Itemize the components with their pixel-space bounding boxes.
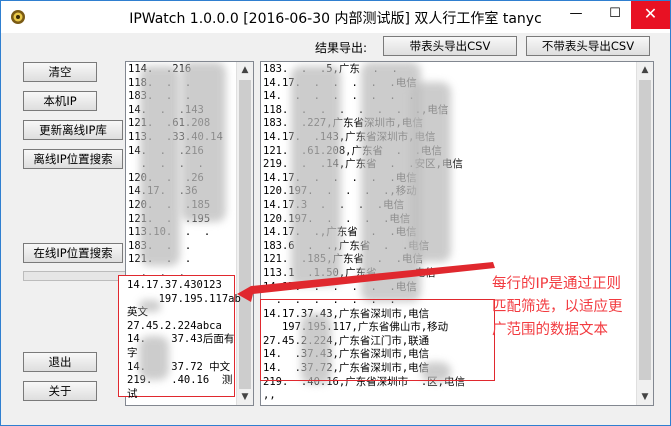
highlighted-input-line: 试 <box>127 387 138 400</box>
about-button[interactable]: 关于 <box>23 381 97 401</box>
result-line: ,, <box>263 389 276 402</box>
local-ip-button-label: 本机IP <box>43 94 77 108</box>
input-scroll-thumb[interactable] <box>239 80 251 400</box>
annotation-line-3: 广范围的数据文本 <box>492 322 608 338</box>
scroll-down-arrow-icon[interactable]: ▼ <box>637 389 653 405</box>
privacy-blur <box>411 82 451 262</box>
annotation-line-1: 每行的IP是通过正则 <box>492 276 622 292</box>
maximize-button[interactable]: ☐ <box>598 1 632 29</box>
highlighted-input-line: 27.45.2.224abca <box>127 319 222 332</box>
exit-button-label: 退出 <box>48 355 72 369</box>
offline-search-button[interactable]: 离线IP位置搜索 <box>23 149 123 169</box>
highlight-result-box <box>260 299 495 381</box>
scroll-up-arrow-icon[interactable]: ▲ <box>237 62 253 78</box>
minimize-button[interactable]: — <box>559 1 593 29</box>
annotation-line-2: 匹配筛选，以适应更 <box>492 299 623 315</box>
privacy-blur <box>181 62 226 222</box>
close-button[interactable]: ✕ <box>631 1 670 29</box>
title-bar[interactable]: IPWatch 1.0.0.0 [2016-06-30 内部测试版] 双人行工作… <box>1 1 670 33</box>
exit-button[interactable]: 退出 <box>23 352 97 372</box>
result-scrollbar[interactable]: ▲ ▼ <box>636 62 653 405</box>
export-with-header-label: 带表头导出CSV <box>409 39 491 53</box>
highlighted-input-line: 14.17.37.430123 <box>127 279 222 291</box>
online-search-button[interactable]: 在线IP位置搜索 <box>23 243 123 263</box>
privacy-blur <box>139 300 161 312</box>
app-window: IPWatch 1.0.0.0 [2016-06-30 内部测试版] 双人行工作… <box>0 0 671 426</box>
privacy-blur <box>140 66 180 266</box>
scroll-up-arrow-icon[interactable]: ▲ <box>637 62 653 78</box>
privacy-blur <box>291 66 341 286</box>
export-no-header-label: 不带表头导出CSV <box>541 39 635 53</box>
online-search-label: 在线IP位置搜索 <box>33 246 113 260</box>
annotation-arrow-icon <box>237 262 495 302</box>
highlight-input-box: 14.17.37.430123 197.195.117ab 英文 27.45.2.2… <box>118 275 241 400</box>
export-csv-with-header-button[interactable]: 带表头导出CSV <box>383 36 517 56</box>
export-label: 结果导出: <box>315 41 368 55</box>
privacy-blur <box>139 336 169 380</box>
local-ip-button[interactable]: 本机IP <box>23 91 97 111</box>
update-offline-db-button[interactable]: 更新离线IP库 <box>23 120 123 140</box>
update-offline-db-label: 更新离线IP库 <box>39 123 107 137</box>
annotation-text: 每行的IP是通过正则 匹配筛选，以适应更 广范围的数据文本 <box>492 273 670 342</box>
about-button-label: 关于 <box>48 384 72 398</box>
clear-button[interactable]: 清空 <box>23 62 97 82</box>
export-csv-no-header-button[interactable]: 不带表头导出CSV <box>526 36 650 56</box>
offline-search-label: 离线IP位置搜索 <box>33 152 113 166</box>
clear-button-label: 清空 <box>48 65 72 79</box>
